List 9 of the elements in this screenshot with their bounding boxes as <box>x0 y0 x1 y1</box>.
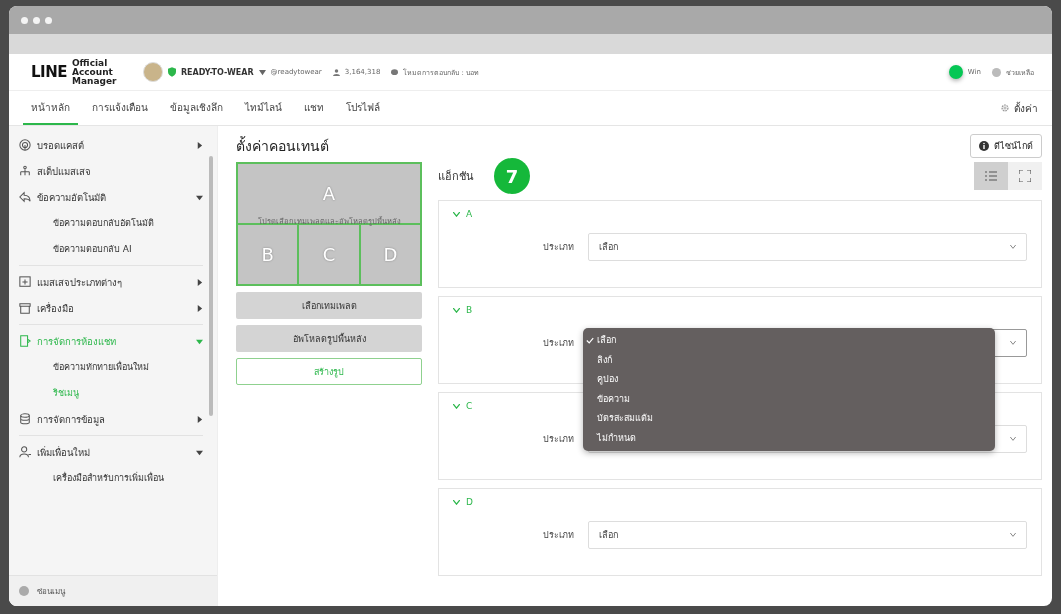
type-label: ประเภท <box>543 433 574 446</box>
page-title: ตั้งค่าคอนเทนต์ <box>236 135 329 156</box>
type-label: ประเภท <box>543 337 574 350</box>
type-label: ประเภท <box>543 241 574 254</box>
logo: LINE <box>31 63 67 81</box>
type-label: ประเภท <box>543 529 574 542</box>
section-title: แอ็กชัน <box>438 168 474 185</box>
logo-subtitle: Official Account Manager <box>71 58 118 86</box>
step-badge: 7 <box>494 158 530 194</box>
